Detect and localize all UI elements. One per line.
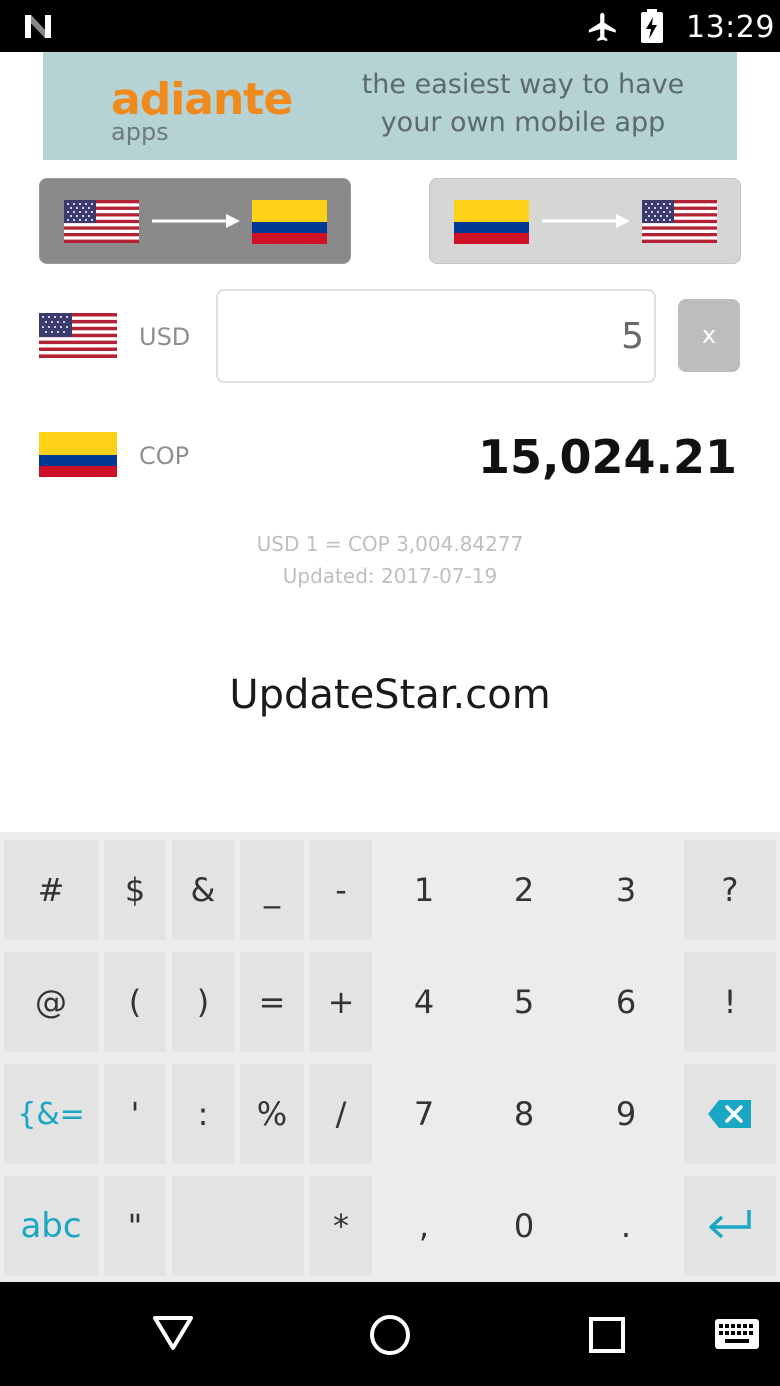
key-0[interactable]: 0 — [476, 1176, 572, 1276]
key-5[interactable]: 5 — [476, 952, 572, 1052]
key-apostrophe[interactable]: ' — [104, 1064, 166, 1164]
key-more-symbols[interactable]: {&= — [4, 1064, 98, 1164]
rate-updated: Updated: 2017-07-19 — [282, 564, 498, 588]
key-7[interactable]: 7 — [378, 1064, 470, 1164]
key-quote[interactable]: " — [104, 1176, 166, 1276]
key-at[interactable]: @ — [4, 952, 98, 1052]
key-dollar[interactable]: $ — [104, 840, 166, 940]
converted-amount: 15,024.21 — [478, 430, 737, 484]
app-screen: 13:29 adiante apps the easiest way to ha… — [0, 0, 780, 1386]
keyboard: # $ & _ - 1 2 3 ? @ ( ) = + 4 5 6 ! {&= … — [0, 832, 780, 1282]
keyboard-icon[interactable] — [714, 1318, 760, 1350]
key-3[interactable]: 3 — [578, 840, 674, 940]
us-flag-icon — [64, 200, 139, 243]
ad-tagline: the easiest way to have your own mobile … — [343, 66, 703, 142]
key-9[interactable]: 9 — [578, 1064, 674, 1164]
key-comma[interactable]: , — [378, 1176, 470, 1276]
source-currency-code: USD — [139, 323, 191, 351]
ad-banner[interactable]: adiante apps the easiest way to have you… — [43, 52, 737, 160]
key-slash[interactable]: / — [310, 1064, 372, 1164]
key-1[interactable]: 1 — [378, 840, 470, 940]
ad-tagline-line2: your own mobile app — [380, 107, 666, 138]
key-abc[interactable]: abc — [4, 1176, 98, 1276]
us-flag-icon — [39, 313, 117, 358]
key-minus[interactable]: - — [310, 840, 372, 940]
usd-to-cop-button[interactable] — [39, 178, 351, 264]
colombia-flag-icon — [252, 200, 327, 244]
key-8[interactable]: 8 — [476, 1064, 572, 1164]
us-flag-icon — [642, 200, 717, 243]
exchange-rate: USD 1 = COP 3,004.84277 — [256, 532, 524, 556]
arrow-right-icon — [542, 214, 630, 228]
cop-to-usd-button[interactable] — [429, 178, 741, 264]
nav-bar — [0, 1282, 780, 1386]
status-bar: 13:29 — [0, 0, 780, 52]
key-asterisk[interactable]: * — [310, 1176, 372, 1276]
back-icon[interactable] — [152, 1314, 194, 1352]
colombia-flag-icon — [454, 200, 529, 244]
battery-charging-icon — [641, 9, 663, 43]
enter-icon — [709, 1210, 751, 1239]
key-ampersand[interactable]: & — [172, 840, 234, 940]
key-colon[interactable]: : — [172, 1064, 234, 1164]
key-percent[interactable]: % — [240, 1064, 304, 1164]
key-space[interactable] — [172, 1176, 304, 1276]
amount-input[interactable] — [216, 289, 656, 383]
key-backspace[interactable] — [684, 1064, 776, 1164]
key-plus[interactable]: + — [310, 952, 372, 1052]
key-enter[interactable] — [684, 1176, 776, 1276]
backspace-icon — [708, 1100, 751, 1128]
target-currency-code: COP — [139, 442, 190, 470]
key-underscore[interactable]: _ — [240, 840, 304, 940]
key-close-paren[interactable]: ) — [172, 952, 234, 1052]
status-time: 13:29 — [686, 10, 775, 45]
key-question[interactable]: ? — [684, 840, 776, 940]
n-logo-icon — [25, 15, 51, 38]
ad-brand-sub: apps — [111, 118, 169, 146]
key-6[interactable]: 6 — [578, 952, 674, 1052]
key-2[interactable]: 2 — [476, 840, 572, 940]
key-open-paren[interactable]: ( — [104, 952, 166, 1052]
recents-icon[interactable] — [588, 1316, 626, 1354]
watermark: UpdateStar.com — [229, 672, 551, 718]
airplane-mode-icon — [588, 12, 616, 42]
ad-tagline-line1: the easiest way to have — [361, 69, 685, 100]
clear-button[interactable]: x — [678, 299, 740, 372]
key-hash[interactable]: # — [4, 840, 98, 940]
key-exclamation[interactable]: ! — [684, 952, 776, 1052]
colombia-flag-icon — [39, 432, 117, 477]
home-icon[interactable] — [369, 1314, 411, 1356]
key-period[interactable]: . — [578, 1176, 674, 1276]
arrow-right-icon — [152, 214, 240, 228]
key-equals[interactable]: = — [240, 952, 304, 1052]
key-4[interactable]: 4 — [378, 952, 470, 1052]
